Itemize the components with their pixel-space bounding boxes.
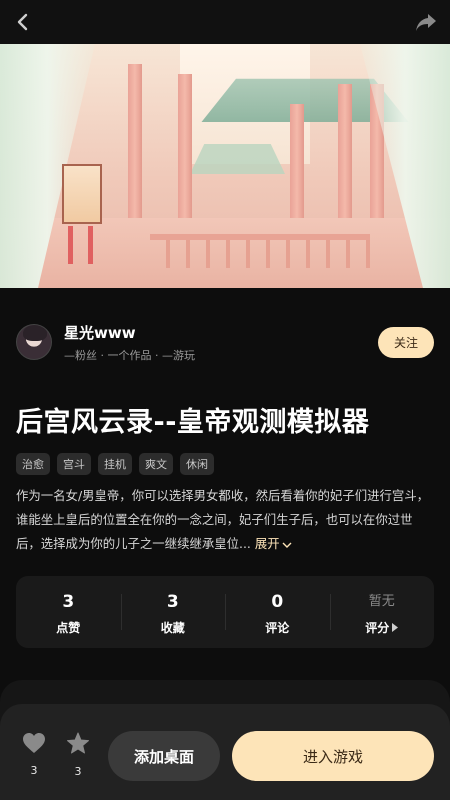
stat-favorites: 3 收藏 — [120, 576, 226, 648]
stats-panel: 3 点赞 3 收藏 0 评论 暂无 评分 — [16, 576, 434, 648]
tag-item[interactable]: 爽文 — [139, 453, 173, 475]
share-icon[interactable] — [414, 11, 438, 33]
author-name[interactable]: 星光www — [64, 322, 136, 343]
comments-value: 0 — [271, 591, 284, 612]
tag-item[interactable]: 治愈 — [16, 453, 50, 475]
tag-item[interactable]: 挂机 — [98, 453, 132, 475]
caret-right-icon — [392, 622, 399, 632]
game-cover-image — [0, 44, 450, 288]
author-meta: —粉丝 · 一个作品 · —游玩 — [64, 349, 195, 362]
expand-button[interactable]: 展开 — [255, 536, 292, 551]
page-title: 后宫风云录--皇帝观测模拟器 — [16, 407, 370, 438]
author-row: 星光www —粉丝 · 一个作品 · —游玩 关注 — [16, 320, 434, 364]
rating-label-row: 评分 — [365, 619, 399, 636]
like-button[interactable]: 3 — [19, 732, 49, 777]
enter-game-button[interactable]: 进入游戏 — [232, 731, 434, 781]
chevron-down-icon — [282, 542, 292, 548]
stat-likes: 3 点赞 — [16, 576, 121, 648]
tag-item[interactable]: 休闲 — [180, 453, 214, 475]
top-nav-bar — [0, 0, 450, 44]
follow-button[interactable]: 关注 — [378, 327, 434, 358]
rating-value: 暂无 — [368, 593, 395, 609]
favorites-value: 3 — [166, 591, 179, 612]
favorite-count: 3 — [74, 765, 82, 778]
description-text: 作为一名女/男皇帝，你可以选择男女都收，然后看着你的妃子们进行宫斗，谁能坐上皇后… — [16, 488, 430, 551]
favorite-button[interactable]: 3 — [63, 732, 93, 778]
add-to-desktop-button[interactable]: 添加桌面 — [108, 731, 220, 781]
star-icon — [67, 732, 89, 754]
stat-rating[interactable]: 暂无 评分 — [329, 576, 435, 648]
expand-label: 展开 — [254, 536, 280, 551]
rating-label: 评分 — [365, 620, 390, 635]
game-description: 作为一名女/男皇帝，你可以选择男女都收，然后看着你的妃子们进行宫斗，谁能坐上皇后… — [16, 484, 436, 556]
likes-label: 点赞 — [56, 620, 81, 635]
likes-value: 3 — [62, 591, 75, 612]
comments-label: 评论 — [265, 620, 290, 635]
back-icon[interactable] — [12, 11, 34, 33]
heart-icon — [23, 733, 45, 753]
avatar[interactable] — [16, 324, 52, 360]
tag-item[interactable]: 宫斗 — [57, 453, 91, 475]
bottom-action-bar: 3 3 添加桌面 进入游戏 — [0, 704, 450, 800]
stat-comments[interactable]: 0 评论 — [225, 576, 330, 648]
favorites-label: 收藏 — [160, 620, 185, 635]
like-count: 3 — [30, 764, 38, 777]
tag-list: 治愈 宫斗 挂机 爽文 休闲 — [16, 453, 214, 475]
